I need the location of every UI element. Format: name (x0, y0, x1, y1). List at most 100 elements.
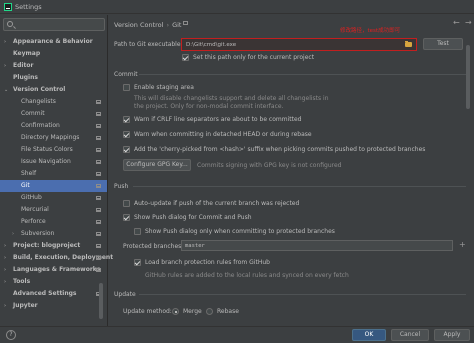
cherry-picked-suffix-label: Add the 'cherry-picked from <hash>' suff… (134, 146, 426, 153)
sidebar-item-subversion[interactable]: › Subversion (0, 228, 107, 240)
commit-section-title: Commit (114, 71, 138, 78)
project-scope-icon (96, 100, 101, 104)
sidebar-item-directory-mappings[interactable]: Directory Mappings (0, 132, 107, 144)
sidebar-item-project-blogproject[interactable]: › Project: blogproject (0, 240, 107, 252)
back-arrow-icon[interactable]: ← (453, 18, 460, 27)
browse-folder-icon[interactable] (405, 41, 412, 47)
show-push-dialog-checkbox[interactable] (123, 214, 130, 221)
git-path-input[interactable]: D:\Git\cmd\git.exe (181, 38, 417, 51)
cherry-picked-suffix-checkbox[interactable] (123, 146, 130, 153)
app-logo-icon (4, 3, 12, 11)
load-protection-rules-label: Load branch protection rules from GitHub (145, 259, 270, 266)
commit-section-divider (139, 74, 466, 75)
load-protection-rules-checkbox[interactable] (134, 259, 141, 266)
settings-search-input[interactable] (3, 18, 105, 31)
sidebar-item-changelists[interactable]: Changelists (0, 96, 107, 108)
sidebar-item-commit[interactable]: Commit (0, 108, 107, 120)
chevron-right-icon[interactable]: › (4, 252, 6, 264)
chevron-right-icon[interactable]: › (4, 36, 6, 48)
breadcrumb-parent[interactable]: Version Control (114, 21, 163, 29)
staging-area-label: Enable staging area (134, 84, 194, 91)
help-icon[interactable]: ? (6, 330, 16, 340)
test-button[interactable]: Test (423, 38, 463, 50)
sidebar-item-shelf[interactable]: Shelf (0, 168, 107, 180)
sidebar-item-label: Subversion (21, 230, 55, 237)
update-method-merge-label: Merge (183, 308, 202, 315)
project-scope-icon (96, 184, 101, 188)
forward-arrow-icon[interactable]: → (465, 18, 472, 27)
project-scope-icon (96, 244, 101, 248)
title-bar: Settings (0, 0, 474, 14)
sidebar-item-jupyter[interactable]: › Jupyter (0, 300, 107, 312)
show-push-dialog-label: Show Push dialog for Commit and Push (134, 214, 252, 221)
update-method-label: Update method: (123, 308, 172, 315)
add-branch-icon[interactable]: + (459, 240, 466, 249)
sidebar-item-confirmation[interactable]: Confirmation (0, 120, 107, 132)
auto-update-label: Auto-update if push of the current branc… (134, 200, 300, 207)
sidebar-item-label: Confirmation (21, 122, 60, 129)
apply-button[interactable]: Apply (434, 329, 470, 341)
project-scope-icon (183, 21, 188, 25)
set-path-only-label: Set this path only for the current proje… (193, 54, 315, 61)
update-method-merge-radio[interactable] (172, 308, 179, 315)
sidebar-item-tools[interactable]: › Tools (0, 276, 107, 288)
sidebar-item-build-execution-deployment[interactable]: › Build, Execution, Deployment (0, 252, 113, 264)
sidebar-item-git[interactable]: Git (0, 180, 107, 192)
sidebar-item-github[interactable]: GitHub (0, 192, 107, 204)
sidebar-item-languages-frameworks[interactable]: › Languages & Frameworks (0, 264, 107, 276)
push-dialog-protected-only-checkbox[interactable] (134, 228, 141, 235)
content-scrollbar[interactable] (466, 45, 470, 109)
protected-branches-input[interactable]: master (181, 240, 453, 251)
sidebar-item-mercurial[interactable]: Mercurial (0, 204, 107, 216)
sidebar-item-label: Shelf (21, 170, 37, 177)
chevron-down-icon[interactable]: ⌄ (4, 84, 8, 96)
sidebar-item-perforce[interactable]: Perforce (0, 216, 107, 228)
warn-detached-head-checkbox[interactable] (123, 131, 130, 138)
update-method-rebase-radio[interactable] (206, 308, 213, 315)
ok-button[interactable]: OK (352, 329, 386, 341)
red-annotation-text: 修改路径，test成功即可 (340, 28, 401, 34)
update-section-divider (139, 294, 466, 295)
chevron-right-icon[interactable]: › (12, 228, 14, 240)
sidebar-item-label: Commit (21, 110, 45, 117)
staging-help-line2: the project. Only for non-modal commit i… (134, 103, 284, 110)
project-scope-icon (96, 160, 101, 164)
chevron-right-icon[interactable]: › (4, 60, 6, 72)
chevron-right-icon[interactable]: › (4, 240, 6, 252)
chevron-right-icon[interactable]: › (4, 276, 6, 288)
sidebar-item-file-status-colors[interactable]: File Status Colors (0, 144, 107, 156)
project-scope-icon (96, 148, 101, 152)
sidebar-item-editor[interactable]: › Editor (0, 60, 107, 72)
sidebar-item-label: Languages & Frameworks (13, 266, 101, 273)
sidebar-item-label: Jupyter (13, 302, 38, 309)
cancel-button[interactable]: Cancel (391, 329, 429, 341)
warn-crlf-checkbox[interactable] (123, 116, 130, 123)
sidebar-item-appearance-behavior[interactable]: › Appearance & Behavior (0, 36, 107, 48)
sidebar-item-label: Mercurial (21, 206, 49, 213)
set-path-only-checkbox[interactable] (182, 54, 189, 61)
staging-area-checkbox[interactable] (123, 84, 130, 91)
push-section-title: Push (114, 183, 129, 190)
window-title: Settings (15, 3, 42, 11)
sidebar-item-issue-navigation[interactable]: Issue Navigation (0, 156, 107, 168)
breadcrumb: Version Control › Git (114, 21, 181, 29)
project-scope-icon (96, 196, 101, 200)
breadcrumb-current: Git (172, 21, 182, 29)
sidebar-item-advanced-settings[interactable]: Advanced Settings (0, 288, 107, 300)
sidebar-item-keymap[interactable]: Keymap (0, 48, 107, 60)
sidebar-item-label: Directory Mappings (21, 134, 80, 141)
sidebar-item-label: Appearance & Behavior (13, 38, 93, 45)
chevron-right-icon[interactable]: › (4, 264, 6, 276)
project-scope-icon (96, 232, 101, 236)
project-scope-icon (96, 112, 101, 116)
sidebar-scrollbar[interactable] (99, 283, 103, 319)
sidebar-item-label: File Status Colors (21, 146, 73, 153)
configure-gpg-key-button[interactable]: Configure GPG Key... (123, 159, 191, 171)
sidebar-item-plugins[interactable]: Plugins (0, 72, 107, 84)
staging-help-line1: This will disable changelists support an… (134, 95, 329, 102)
sidebar-item-version-control[interactable]: ⌄ Version Control (0, 84, 107, 96)
chevron-right-icon[interactable]: › (4, 300, 6, 312)
sidebar-item-label: Editor (13, 62, 34, 69)
project-scope-icon (96, 124, 101, 128)
auto-update-checkbox[interactable] (123, 200, 130, 207)
